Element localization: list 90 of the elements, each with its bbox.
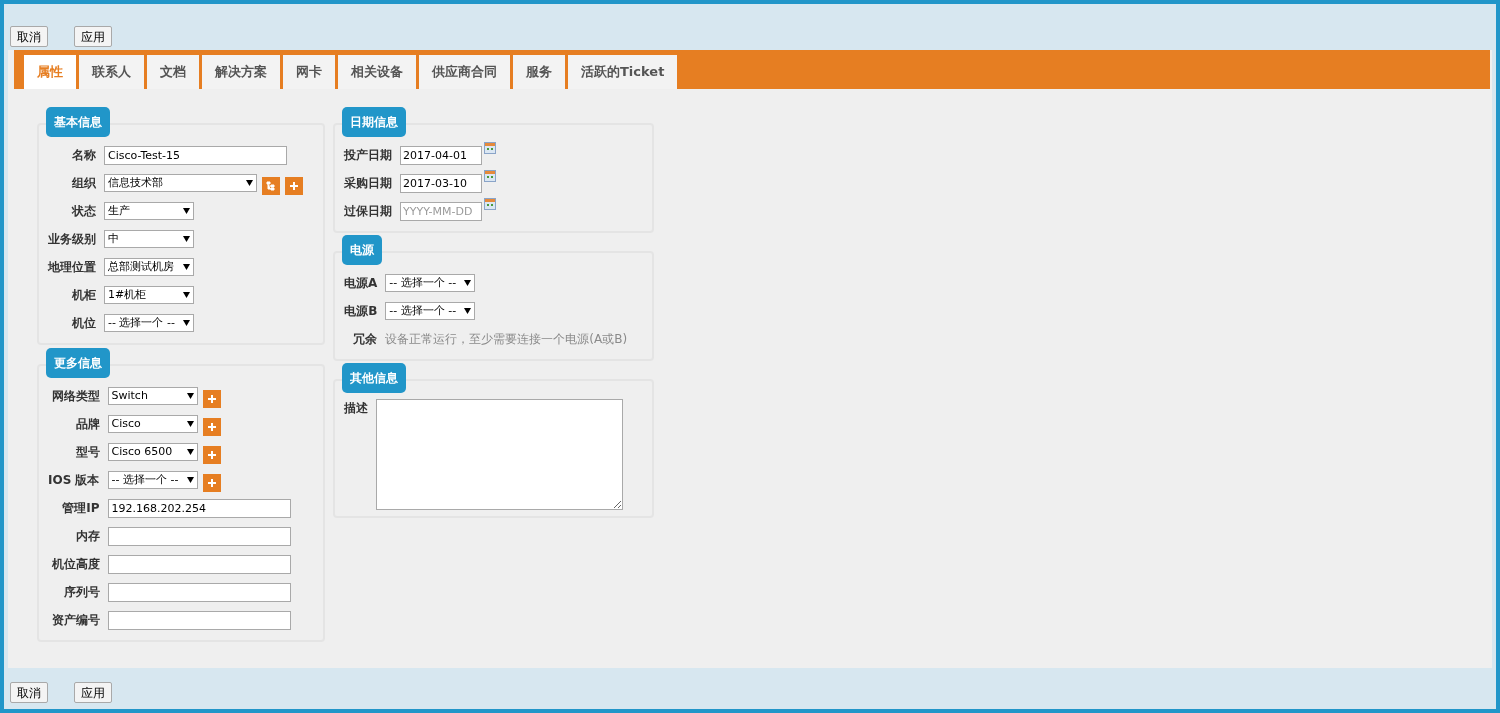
field-label: 地理位置 bbox=[48, 259, 96, 276]
form-button[interactable]: 应用 bbox=[74, 26, 112, 47]
plus-icon bbox=[206, 422, 217, 432]
dropdown[interactable]: -- 选择一个 -- bbox=[107, 471, 198, 489]
add-button[interactable] bbox=[202, 418, 221, 436]
plus-icon bbox=[289, 181, 299, 191]
plus-icon bbox=[206, 478, 217, 488]
date-field[interactable]: 2017-03-10 bbox=[400, 173, 482, 193]
field-label: 过保日期 bbox=[344, 203, 392, 220]
field-label: 状态 bbox=[70, 203, 96, 220]
section-title: 其他信息 bbox=[342, 363, 406, 393]
dropdown[interactable]: Cisco bbox=[107, 415, 198, 433]
dropdown[interactable]: -- 选择一个 -- bbox=[385, 302, 476, 320]
field-label: 内存 bbox=[74, 528, 100, 545]
tab[interactable]: 相关设备 bbox=[338, 55, 416, 89]
field-label: 业务级别 bbox=[48, 231, 96, 248]
field-label: 机位高度 bbox=[50, 556, 100, 573]
dropdown[interactable]: 信息技术部 bbox=[104, 174, 257, 192]
hint-text: 设备正常运行，至少需要连接一个电源(A或B) bbox=[385, 331, 628, 348]
add-button[interactable] bbox=[202, 446, 221, 464]
tab[interactable]: 文档 bbox=[147, 55, 199, 89]
caret-icon bbox=[183, 264, 190, 270]
form-button[interactable]: 取消 bbox=[10, 682, 48, 703]
form-button[interactable]: 应用 bbox=[74, 682, 112, 703]
section-title: 更多信息 bbox=[46, 348, 110, 378]
tab[interactable]: 服务 bbox=[513, 55, 565, 89]
section-title: 基本信息 bbox=[46, 107, 110, 137]
calendar-icon[interactable] bbox=[484, 197, 496, 210]
dropdown[interactable]: 中 bbox=[104, 230, 194, 248]
add-button[interactable] bbox=[285, 177, 303, 195]
caret-icon bbox=[183, 320, 190, 326]
field-label: 机柜 bbox=[71, 287, 96, 304]
field-label: 组织 bbox=[71, 175, 96, 192]
dropdown[interactable]: -- 选择一个 -- bbox=[104, 314, 194, 332]
dropdown[interactable]: 总部测试机房 bbox=[104, 258, 194, 276]
add-button[interactable] bbox=[202, 474, 221, 492]
tab[interactable]: 网卡 bbox=[283, 55, 335, 89]
tree-button[interactable] bbox=[262, 177, 280, 195]
field-label: 管理IP bbox=[61, 500, 100, 517]
caret-icon bbox=[246, 180, 253, 186]
date-field[interactable]: 2017-04-01 bbox=[400, 145, 482, 165]
caret-icon bbox=[186, 477, 194, 483]
description-textarea[interactable] bbox=[376, 399, 623, 510]
tab[interactable]: 供应商合同 bbox=[419, 55, 510, 89]
tree-icon bbox=[266, 181, 276, 191]
field-label: 冗余 bbox=[352, 331, 378, 348]
caret-icon bbox=[464, 280, 472, 286]
field-label: 品牌 bbox=[74, 416, 100, 433]
field-label: IOS 版本 bbox=[48, 472, 100, 489]
calendar-icon[interactable] bbox=[484, 141, 496, 154]
section-title: 电源 bbox=[342, 235, 382, 265]
caret-icon bbox=[183, 208, 190, 214]
tab[interactable]: 联系人 bbox=[79, 55, 144, 89]
section-title: 日期信息 bbox=[342, 107, 406, 137]
tab[interactable]: 解决方案 bbox=[202, 55, 280, 89]
caret-icon bbox=[183, 236, 190, 242]
caret-icon bbox=[186, 449, 194, 455]
text-field[interactable] bbox=[107, 582, 291, 602]
form-button[interactable]: 取消 bbox=[10, 26, 48, 47]
field-label: 投产日期 bbox=[344, 147, 392, 164]
text-field[interactable] bbox=[107, 554, 291, 574]
field-label: 电源B bbox=[344, 303, 378, 320]
text-field[interactable]: Cisco-Test-15 bbox=[104, 145, 287, 165]
dropdown[interactable]: -- 选择一个 -- bbox=[385, 274, 476, 292]
field-label: 描述 bbox=[344, 400, 368, 417]
plus-icon bbox=[206, 450, 217, 460]
dropdown[interactable]: Switch bbox=[107, 387, 198, 405]
dropdown[interactable]: 1#机柜 bbox=[104, 286, 194, 304]
caret-icon bbox=[464, 308, 472, 314]
field-label: 网络类型 bbox=[50, 388, 100, 405]
caret-icon bbox=[183, 292, 190, 298]
field-label: 名称 bbox=[71, 147, 96, 164]
date-field[interactable]: YYYY-MM-DD bbox=[400, 201, 482, 221]
calendar-icon[interactable] bbox=[484, 169, 496, 182]
add-button[interactable] bbox=[202, 390, 221, 408]
tab[interactable]: 活跃的Ticket bbox=[568, 55, 678, 89]
dropdown[interactable]: 生产 bbox=[104, 202, 194, 220]
field-label: 机位 bbox=[71, 315, 96, 332]
caret-icon bbox=[186, 393, 194, 399]
field-label: 采购日期 bbox=[344, 175, 392, 192]
text-field[interactable]: 192.168.202.254 bbox=[107, 498, 291, 518]
text-field[interactable] bbox=[107, 610, 291, 630]
caret-icon bbox=[186, 421, 194, 427]
field-label: 序列号 bbox=[62, 584, 100, 601]
dropdown[interactable]: Cisco 6500 bbox=[107, 443, 198, 461]
plus-icon bbox=[206, 394, 217, 404]
field-label: 资产编号 bbox=[50, 612, 100, 629]
text-field[interactable] bbox=[107, 526, 291, 546]
field-label: 型号 bbox=[74, 444, 100, 461]
field-label: 电源A bbox=[344, 275, 378, 292]
